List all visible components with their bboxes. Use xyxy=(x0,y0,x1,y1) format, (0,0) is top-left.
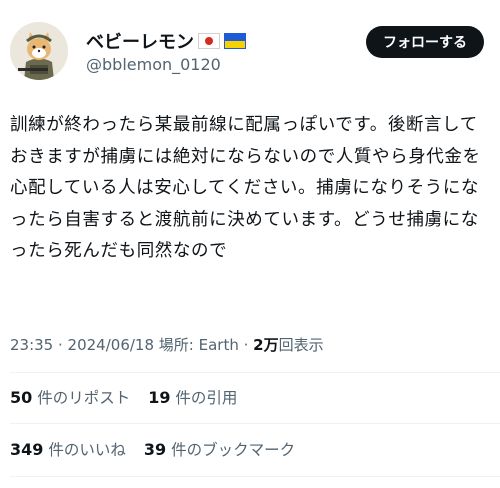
bookmarks-stat[interactable]: 39 件のブックマーク xyxy=(143,440,296,459)
tweet-location: 場所: Earth xyxy=(154,336,239,354)
quotes-label: 件の引用 xyxy=(175,389,238,407)
quotes-count: 19 xyxy=(148,388,171,407)
tweet-time[interactable]: 23:35 xyxy=(10,336,53,354)
tweet-meta: 23:35 · 2024/06/18 場所: Earth · 2万回表示 xyxy=(10,334,324,355)
stats-row-reposts: 50 件のリポスト 19 件の引用 xyxy=(10,386,255,408)
likes-count: 349 xyxy=(10,440,44,459)
divider xyxy=(10,423,500,424)
tweet-date[interactable]: 2024/06/18 xyxy=(68,336,154,354)
reposts-label: 件のリポスト xyxy=(37,389,131,407)
reposts-stat[interactable]: 50 件のリポスト xyxy=(10,388,131,407)
japan-flag-icon xyxy=(198,33,220,49)
quotes-stat[interactable]: 19 件の引用 xyxy=(148,388,238,407)
tweet-header: ベビーレモン @bblemon_0120 フォローする xyxy=(10,22,490,82)
bookmarks-label: 件のブックマーク xyxy=(171,441,296,459)
likes-stat[interactable]: 349 件のいいね xyxy=(10,440,126,459)
divider xyxy=(10,476,500,477)
tweet-text: 訓練が終わったら某最前線に配属っぽいです。後断言しておきますが捕虜には絶対になら… xyxy=(10,115,481,261)
avatar-image xyxy=(10,22,68,80)
avatar[interactable] xyxy=(10,22,68,80)
display-name[interactable]: ベビーレモン xyxy=(86,28,194,54)
follow-button[interactable]: フォローする xyxy=(366,26,484,58)
divider xyxy=(10,372,500,373)
stats-row-likes: 349 件のいいね 39 件のブックマーク xyxy=(10,438,313,460)
likes-label: 件のいいね xyxy=(48,441,126,459)
reposts-count: 50 xyxy=(10,388,33,407)
meta-separator: · xyxy=(53,336,68,354)
name-row: ベビーレモン xyxy=(86,28,246,54)
user-handle[interactable]: @bblemon_0120 xyxy=(86,55,221,74)
bookmarks-count: 39 xyxy=(143,440,167,459)
views-count: 2万 xyxy=(253,336,279,354)
meta-separator: · xyxy=(238,336,254,354)
views-label: 回表示 xyxy=(278,336,324,354)
ukraine-flag-icon xyxy=(224,33,246,49)
